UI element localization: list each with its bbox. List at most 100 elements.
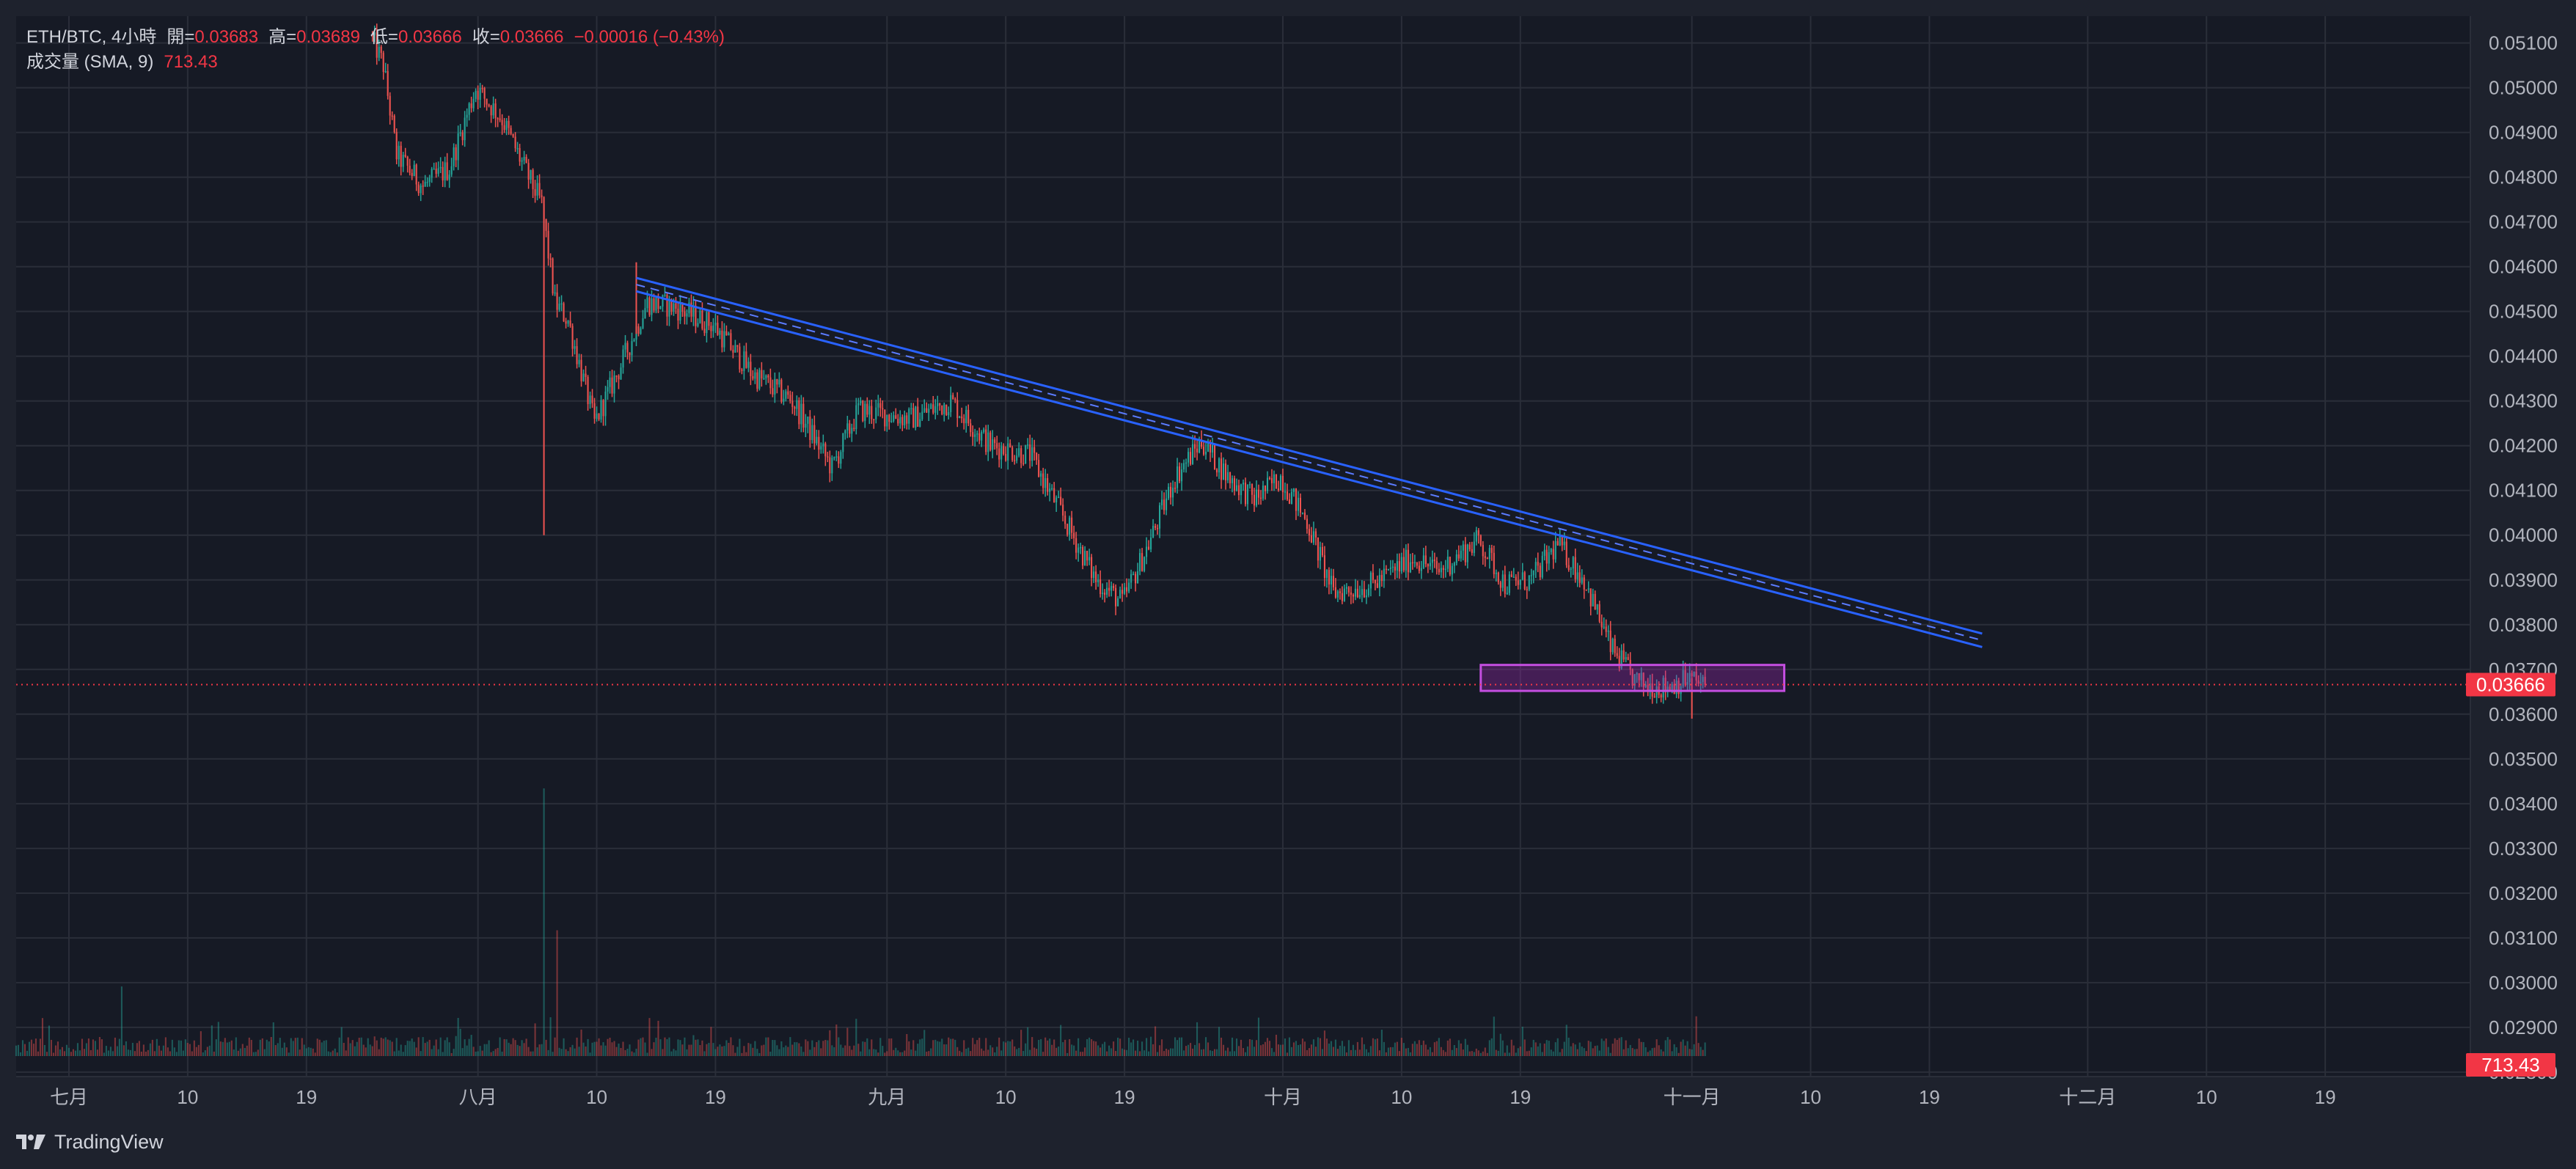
date-tick-label: 九月 xyxy=(868,1086,906,1108)
volume-bar xyxy=(1559,1052,1561,1056)
volume-bar xyxy=(107,1050,109,1056)
candle-body xyxy=(1047,478,1049,492)
volume-bar xyxy=(142,1044,144,1056)
symbol-label[interactable]: ETH/BTC, 4小時 xyxy=(26,25,156,50)
candle-body xyxy=(741,369,743,371)
candle-body xyxy=(1570,568,1572,571)
candle-body xyxy=(857,403,860,406)
volume-bar xyxy=(1418,1040,1420,1056)
volume-bar xyxy=(624,1049,626,1056)
candle-body xyxy=(1064,516,1066,524)
volume-bar xyxy=(1185,1046,1188,1056)
candle-body xyxy=(1033,447,1036,453)
volume-bar xyxy=(985,1038,987,1056)
volume-bar xyxy=(1488,1040,1490,1056)
volume-bar xyxy=(1211,1051,1214,1056)
volume-bar xyxy=(402,1052,404,1056)
volume-bar xyxy=(1501,1040,1504,1056)
volume-bar xyxy=(659,1039,662,1056)
volume-bar xyxy=(730,1037,732,1056)
candle-body xyxy=(1334,587,1336,598)
candle-body xyxy=(1339,591,1341,593)
volume-bar xyxy=(1297,1045,1300,1056)
volume-bar xyxy=(65,1044,68,1056)
volume-bar xyxy=(741,1052,743,1056)
candle-body xyxy=(871,406,873,419)
volume-bar xyxy=(1191,1048,1194,1056)
candle-body xyxy=(642,318,644,329)
candle-body xyxy=(1493,552,1495,574)
candle-body xyxy=(415,164,417,185)
candle-body xyxy=(774,378,776,395)
chart-canvas[interactable]: 0.05100 0.05000 0.04900 0.04800 0.04700 0.046… xyxy=(0,0,2576,1169)
volume-bar xyxy=(406,1041,409,1056)
candle-body xyxy=(893,415,895,422)
volume-bar xyxy=(640,1038,642,1056)
candle-body xyxy=(514,136,516,149)
candle-body xyxy=(1600,621,1603,628)
volume-bar xyxy=(78,1050,81,1056)
candle-body xyxy=(780,379,783,402)
candle-body xyxy=(1095,571,1097,582)
volume-bar xyxy=(1438,1038,1440,1056)
volume-bar xyxy=(719,1044,721,1056)
candle-body xyxy=(679,304,681,321)
volume-bar xyxy=(631,1051,633,1056)
candle-body xyxy=(591,395,593,403)
volume-bar xyxy=(472,1047,475,1056)
candle-body xyxy=(956,400,959,418)
volume-bar xyxy=(1009,1041,1011,1056)
volume-bar xyxy=(354,1046,356,1056)
volume-bar xyxy=(483,1044,486,1056)
volume-bar xyxy=(488,1040,490,1056)
volume-bar xyxy=(1497,1050,1499,1056)
candle-body xyxy=(1435,561,1438,569)
volume-bar xyxy=(789,1037,791,1056)
volume-indicator-label[interactable]: 成交量 (SMA, 9) xyxy=(26,50,153,75)
candle-body xyxy=(1567,565,1570,571)
candle-body xyxy=(1556,540,1559,546)
volume-bar xyxy=(1376,1038,1378,1056)
volume-bar xyxy=(329,1052,332,1056)
candle-body xyxy=(1187,452,1190,463)
volume-bar xyxy=(281,1047,283,1056)
candle-body xyxy=(446,162,448,180)
candle-body xyxy=(519,147,521,162)
candle-body xyxy=(822,443,824,447)
candle-body xyxy=(1616,653,1618,656)
volume-bar xyxy=(1093,1041,1095,1056)
volume-bar xyxy=(732,1045,734,1056)
volume-bar xyxy=(453,1049,455,1056)
volume-bar xyxy=(538,1044,541,1056)
candle-body xyxy=(1099,579,1102,595)
candle-body xyxy=(1022,463,1025,464)
volume-bar xyxy=(1031,1037,1033,1056)
candle-body xyxy=(1213,444,1216,469)
volume-bar xyxy=(1523,1039,1526,1056)
candle-body xyxy=(1523,572,1526,590)
volume-bar xyxy=(1051,1044,1053,1056)
candle-body xyxy=(1246,484,1249,505)
candle-body xyxy=(488,104,490,106)
volume-bar xyxy=(1561,1049,1563,1056)
candle-body xyxy=(708,312,710,326)
volume-bar xyxy=(288,1052,290,1056)
candle-body xyxy=(582,373,585,381)
volume-bar xyxy=(646,1052,648,1056)
candle-body xyxy=(829,457,831,474)
volume-bar xyxy=(912,1040,915,1056)
candle-body xyxy=(389,95,391,116)
candle-body xyxy=(618,375,620,380)
volume-bar xyxy=(1464,1038,1466,1056)
footer-brand[interactable]: TradingView xyxy=(15,1127,164,1157)
volume-bar xyxy=(279,1038,281,1056)
volume-bar xyxy=(1097,1045,1099,1056)
volume-bar xyxy=(1532,1039,1534,1056)
volume-bar xyxy=(32,1044,35,1056)
volume-bar xyxy=(54,1045,57,1056)
volume-bar xyxy=(1695,1016,1697,1056)
candle-body xyxy=(1387,568,1389,571)
candle-body xyxy=(1424,555,1427,565)
candle-body xyxy=(450,166,453,175)
candle-body xyxy=(439,166,442,169)
